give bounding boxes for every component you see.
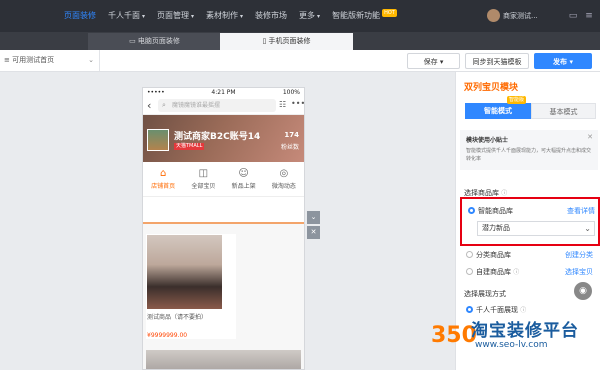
- tab-pc-decoration[interactable]: ▭ 电脑页面装修: [88, 33, 221, 50]
- device-tabs: ▭ 电脑页面装修 ▯ 手机页面装修: [0, 32, 600, 50]
- nav-item-page-decoration[interactable]: 页面装修: [58, 0, 102, 32]
- product-title: 测试商品（请不要拍）: [147, 314, 208, 321]
- more-icon[interactable]: •••: [291, 99, 304, 108]
- hot-badge: HOT: [382, 9, 397, 17]
- smart-version-badge: 智能版: [507, 96, 527, 104]
- personalized-display-radio[interactable]: [466, 306, 473, 313]
- smart-library-highlight: 智能商品库 查看详情 潜力新品 ⌄: [460, 197, 600, 246]
- phone-search-row: ‹ ⌕ 魔镜魔镜谁最摇摆 ☷ •••: [143, 97, 304, 114]
- product-price: ¥9999999.00: [147, 332, 188, 339]
- store-icon: ⌂: [159, 168, 167, 179]
- chevron-down-icon: ⌄: [584, 224, 591, 233]
- watermark-logo: 350: [431, 323, 477, 348]
- tmall-badge: 天猫TMALL: [174, 143, 205, 150]
- smart-library-select[interactable]: 潜力新品 ⌄: [477, 221, 595, 236]
- tip-box: 模块使用小贴士 智能模式提供千人千面展现能力，可大幅提升点击和成交转化率 ✕: [460, 130, 598, 170]
- shop-name: 测试商家B2C账号14: [174, 132, 261, 142]
- monitor-icon: ▭: [129, 37, 138, 45]
- page-select[interactable]: ≡ 可用测试首页 ⌄: [0, 50, 100, 71]
- store-nav-new-arrivals[interactable]: ☺ 新品上架: [224, 162, 264, 196]
- status-time: 4:21 PM: [211, 89, 236, 96]
- tab-smart-mode[interactable]: 智能模式: [465, 103, 531, 119]
- store-nav-feed[interactable]: ◎ 微淘动态: [264, 162, 304, 196]
- message-icon[interactable]: ▭: [568, 11, 578, 21]
- nav-item-material[interactable]: 素材制作 ▾: [200, 0, 249, 32]
- search-icon: ⌕: [162, 101, 166, 109]
- avatar[interactable]: [487, 9, 500, 22]
- tip-text: 智能模式提供千人千面展现能力，可大幅提升点击和成交转化率: [466, 148, 592, 162]
- shop-logo: [147, 129, 169, 151]
- create-category-link[interactable]: 创建分类: [565, 250, 593, 260]
- close-icon[interactable]: ✕: [587, 133, 593, 141]
- phone-search-input[interactable]: ⌕ 魔镜魔镜谁最摇摆: [158, 99, 276, 112]
- fans-count: 174: [284, 131, 299, 139]
- logo: [0, 0, 56, 32]
- phone-preview: ••••• 4:21 PM 100% ‹ ⌕ 魔镜魔镜谁最摇摆 ☷ ••• 测试…: [142, 87, 305, 370]
- double-column-module[interactable]: 测试商品（请不要拍） ¥9999999.00: [143, 222, 304, 369]
- info-icon: ⓘ: [520, 307, 527, 314]
- chevron-down-icon: ⌄: [88, 56, 94, 64]
- category-library-radio[interactable]: [466, 251, 473, 258]
- watermark-title: 淘宝装修平台: [471, 321, 579, 341]
- caret-down-icon: ▾: [317, 13, 321, 20]
- fans-label: 粉丝数: [280, 144, 299, 151]
- view-details-link[interactable]: 查看详情: [567, 206, 595, 216]
- caret-down-icon: ▾: [191, 13, 195, 20]
- store-nav: ⌂ 店铺首页 ◫ 全部宝贝 ☺ 新品上架 ◎ 微淘动态: [143, 162, 304, 197]
- watermark-url: www.seo-lv.com: [475, 340, 548, 350]
- product-image: [146, 350, 301, 369]
- phone-status-bar: ••••• 4:21 PM 100%: [143, 88, 304, 97]
- product-card[interactable]: 测试商品（请不要拍） ¥9999999.00: [146, 234, 236, 339]
- caret-down-icon: ▾: [439, 58, 444, 66]
- main-nav: 页面装修 千人千面 ▾ 页面管理 ▾ 素材制作 ▾ 装修市场 更多 ▾ 智能版新功能 HO…: [58, 0, 403, 32]
- caret-down-icon: ▾: [142, 13, 146, 20]
- camera-icon[interactable]: ◉: [574, 282, 592, 300]
- caret-down-icon: ▾: [569, 58, 573, 66]
- shop-banner[interactable]: 测试商家B2C账号14 天猫TMALL 174 粉丝数: [143, 114, 304, 162]
- nav-item-more[interactable]: 更多 ▾: [293, 0, 326, 32]
- smart-library-radio[interactable]: [468, 207, 475, 214]
- editor-canvas: ••••• 4:21 PM 100% ‹ ⌕ 魔镜魔镜谁最摇摆 ☷ ••• 测试…: [0, 72, 455, 370]
- category-library-label: 分类商品库: [476, 251, 511, 259]
- info-icon: ⓘ: [501, 190, 508, 197]
- nav-item-smart-features[interactable]: 智能版新功能 HOT: [326, 0, 403, 32]
- close-icon[interactable]: ✕: [307, 226, 320, 239]
- publish-button[interactable]: 发布 ▾: [534, 53, 592, 69]
- list-icon: ≡: [4, 56, 13, 64]
- menu-icon[interactable]: ≡: [584, 11, 594, 21]
- broadcast-icon: ◎: [279, 168, 289, 179]
- store-nav-all-items[interactable]: ◫ 全部宝贝: [183, 162, 223, 196]
- bag-icon: ◫: [198, 168, 209, 179]
- store-nav-home[interactable]: ⌂ 店铺首页: [143, 162, 183, 196]
- top-navigation-bar: 页面装修 千人千面 ▾ 页面管理 ▾ 素材制作 ▾ 装修市场 更多 ▾ 智能版新功能 HO…: [0, 0, 600, 32]
- save-button[interactable]: 保存 ▾: [407, 53, 460, 69]
- personalized-display-label: 千人千面展现 ⓘ: [476, 306, 527, 314]
- smart-library-label: 智能商品库: [478, 207, 513, 215]
- panel-title: 双列宝贝模块: [464, 83, 519, 93]
- caret-down-icon: ▾: [240, 13, 244, 20]
- select-items-link[interactable]: 选择宝贝: [565, 267, 593, 277]
- custom-library-radio[interactable]: [466, 268, 473, 275]
- user-name[interactable]: 商家测试...: [503, 0, 538, 32]
- custom-library-label: 自建商品库 ⓘ: [476, 268, 520, 276]
- watermark: 350 淘宝装修平台 www.seo-lv.com: [431, 316, 599, 366]
- category-icon[interactable]: ☷: [279, 100, 286, 109]
- tip-title: 模块使用小贴士: [466, 137, 509, 144]
- move-down-icon[interactable]: ⌄: [307, 211, 320, 224]
- nav-item-personalization[interactable]: 千人千面 ▾: [102, 0, 151, 32]
- nav-item-page-management[interactable]: 页面管理 ▾: [151, 0, 200, 32]
- battery-level: 100%: [282, 89, 300, 96]
- editor-toolbar: ≡ 可用测试首页 ⌄ 保存 ▾ 同步到天猫模板 发布 ▾: [0, 50, 600, 72]
- nav-item-market[interactable]: 装修市场: [249, 0, 293, 32]
- sync-tmall-template-button[interactable]: 同步到天猫模板: [465, 53, 529, 69]
- product-image: [147, 235, 222, 309]
- back-icon[interactable]: ‹: [147, 97, 151, 114]
- info-icon: ⓘ: [513, 269, 520, 276]
- tab-mobile-decoration[interactable]: ▯ 手机页面装修: [220, 33, 353, 50]
- new-icon: ☺: [238, 168, 249, 179]
- tab-basic-mode[interactable]: 基本模式: [531, 103, 596, 119]
- display-mode-label: 选择展现方式: [464, 290, 506, 298]
